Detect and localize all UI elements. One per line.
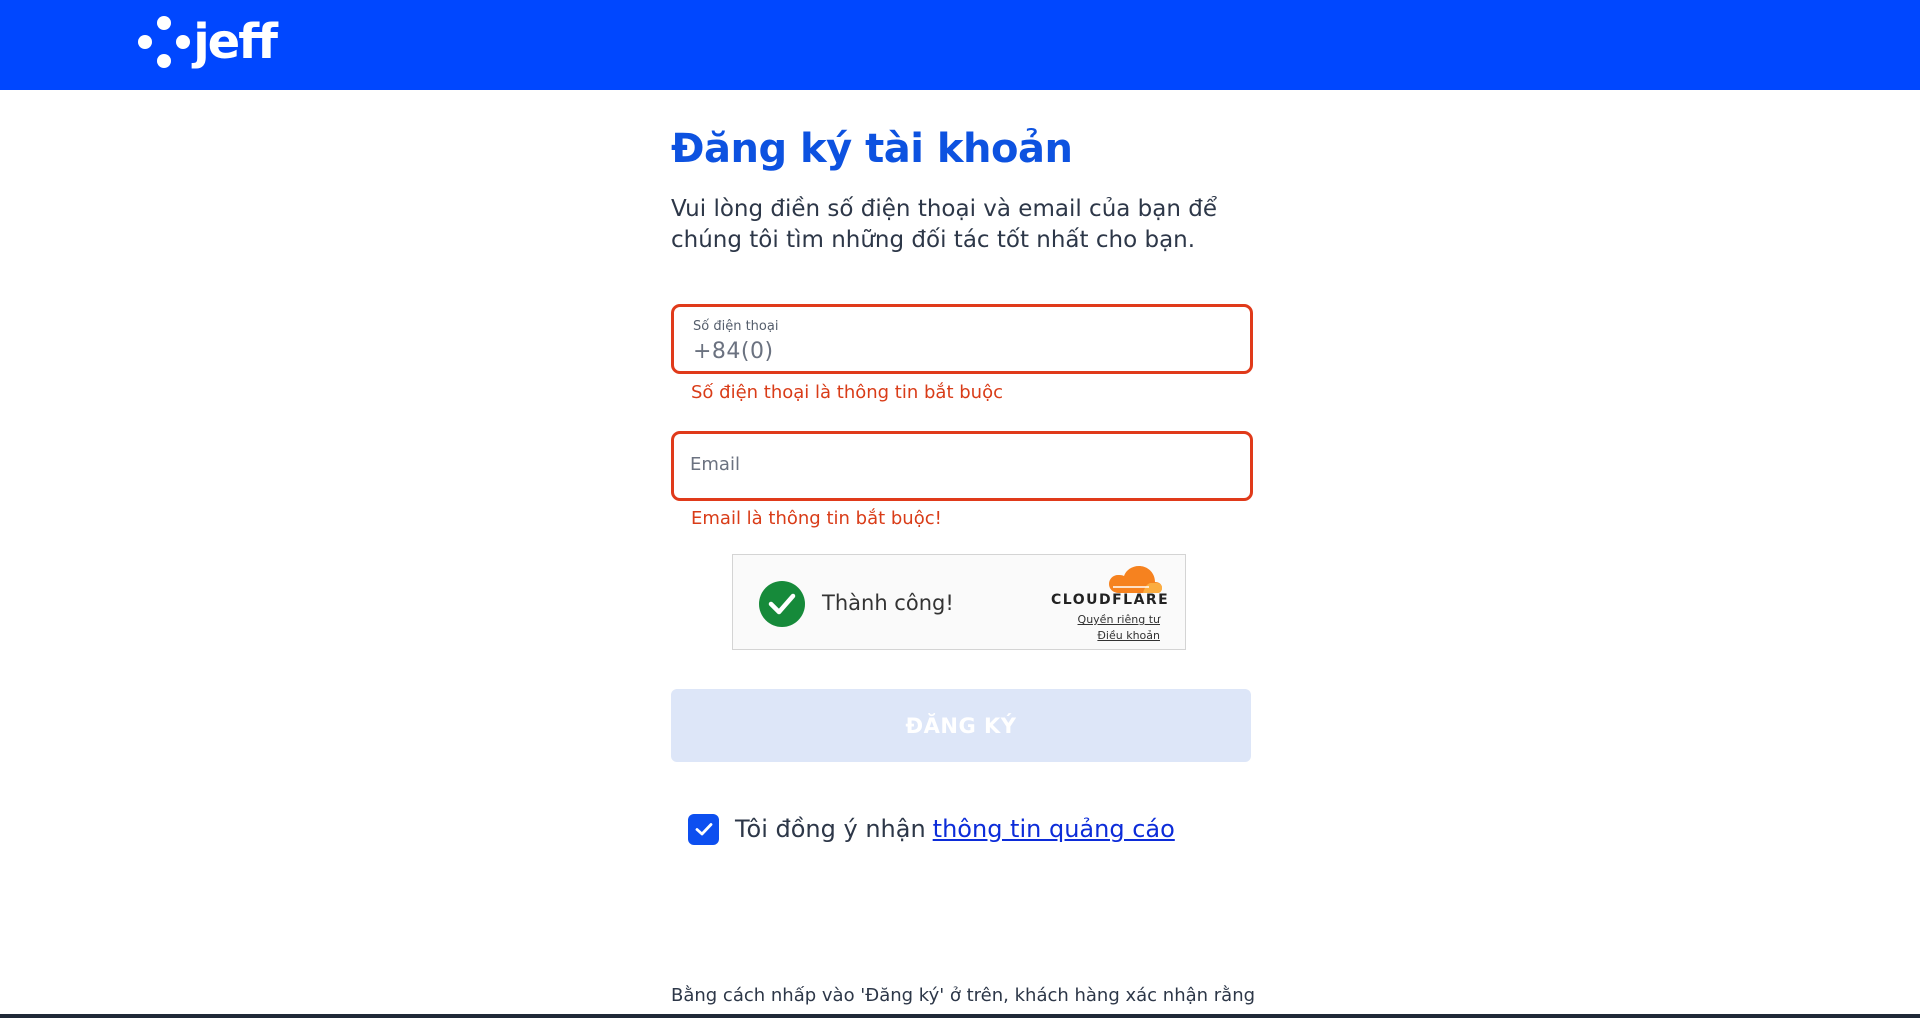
- check-circle-icon: [759, 581, 805, 627]
- register-button[interactable]: ĐĂNG KÝ: [671, 689, 1251, 762]
- marketing-consent: Tôi đồng ý nhận thông tin quảng cáo: [688, 812, 1175, 846]
- email-field[interactable]: Email: [671, 431, 1253, 501]
- consent-text: Tôi đồng ý nhận: [735, 815, 926, 843]
- terms-footer-note: Bằng cách nhấp vào 'Đăng ký' ở trên, khá…: [671, 985, 1256, 1006]
- phone-field-value: +84(0): [693, 339, 774, 364]
- bottom-edge: [0, 1014, 1920, 1018]
- promotional-info-link[interactable]: thông tin quảng cáo: [933, 815, 1175, 843]
- phone-field[interactable]: Số điện thoại +84(0): [671, 304, 1253, 374]
- cloudflare-captcha-widget[interactable]: Thành công! CLOUDFLARE Quyền riêng tư Đi…: [732, 554, 1186, 650]
- captcha-terms-link[interactable]: Điều khoản: [1097, 629, 1160, 642]
- phone-field-label: Số điện thoại: [693, 319, 779, 334]
- captcha-status: Thành công!: [822, 591, 954, 615]
- email-field-placeholder: Email: [690, 454, 740, 475]
- captcha-privacy-link[interactable]: Quyền riêng tư: [1078, 613, 1160, 626]
- jeff-logo[interactable]: jeff: [136, 12, 278, 72]
- logo-text: jeff: [193, 14, 278, 70]
- cloudflare-wordmark: CLOUDFLARE: [1051, 592, 1170, 608]
- consent-checkbox[interactable]: [688, 813, 719, 845]
- top-header: jeff: [0, 0, 1920, 90]
- checkmark-icon: [695, 822, 713, 835]
- page-title: Đăng ký tài khoản: [671, 126, 1073, 172]
- cloudflare-cloud-icon: [1109, 566, 1162, 593]
- phone-error-message: Số điện thoại là thông tin bắt buộc: [691, 382, 1003, 403]
- page-subtitle: Vui lòng điền số điện thoại và email của…: [671, 196, 1218, 253]
- logo-dots-icon: [136, 14, 191, 70]
- email-error-message: Email là thông tin bắt buộc!: [691, 508, 942, 529]
